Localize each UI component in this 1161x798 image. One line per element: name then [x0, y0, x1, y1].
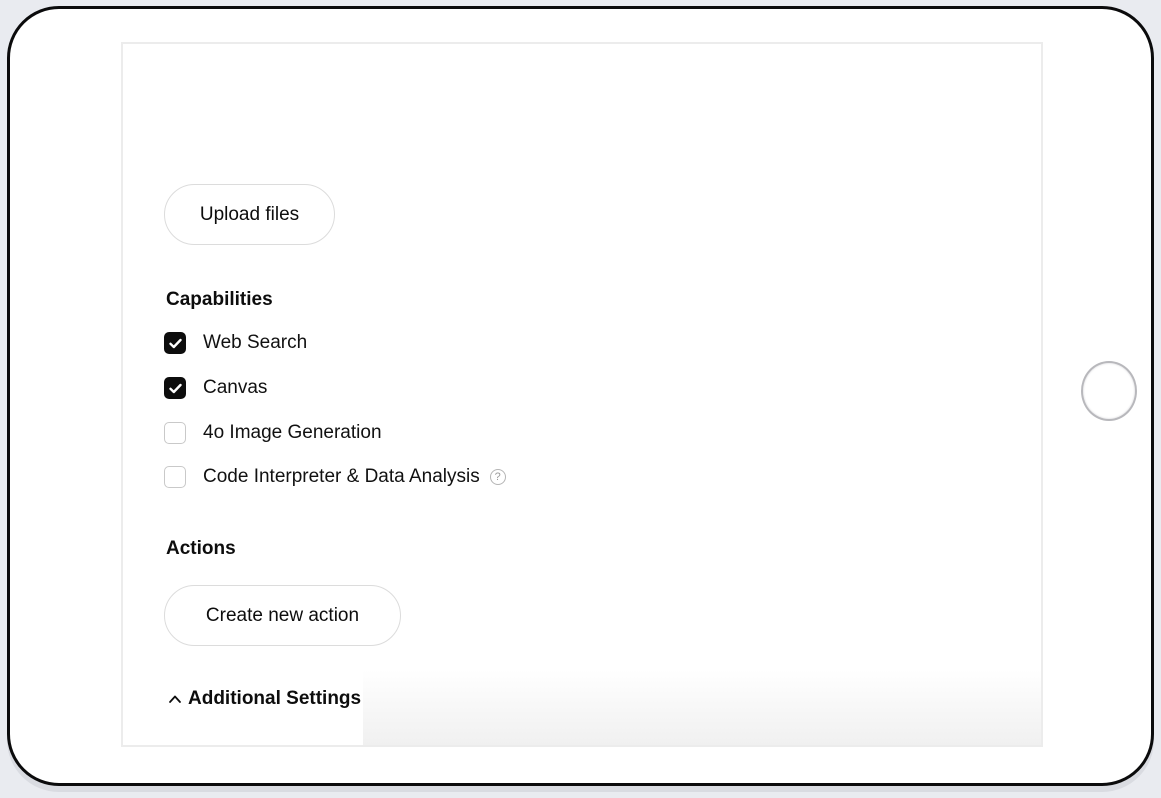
actions-heading: Actions: [166, 538, 236, 559]
scroll-fade-overlay: [363, 670, 1041, 745]
capability-image-generation[interactable]: 4o Image Generation: [164, 420, 382, 446]
capabilities-heading: Capabilities: [166, 289, 273, 310]
home-button[interactable]: [1081, 361, 1137, 421]
code-interpreter-label: Code Interpreter & Data Analysis: [203, 466, 480, 487]
create-new-action-button[interactable]: Create new action: [164, 585, 401, 646]
question-circle-icon[interactable]: ?: [489, 469, 506, 485]
capability-canvas[interactable]: Canvas: [164, 375, 267, 401]
web-search-label: Web Search: [203, 332, 308, 353]
additional-settings-label: Additional Settings: [188, 688, 362, 709]
chevron-up-icon: [169, 695, 181, 703]
checkmark-icon: [168, 383, 182, 393]
canvas-label: Canvas: [203, 377, 268, 398]
web-search-checkbox[interactable]: [164, 332, 186, 354]
upload-files-button[interactable]: Upload files: [164, 184, 335, 245]
canvas-checkbox[interactable]: [164, 377, 186, 399]
capability-web-search[interactable]: Web Search: [164, 330, 307, 356]
image-generation-label: 4o Image Generation: [203, 422, 382, 443]
capability-code-interpreter[interactable]: Code Interpreter & Data Analysis ?: [164, 464, 506, 490]
checkmark-icon: [168, 338, 182, 348]
image-generation-checkbox[interactable]: [164, 422, 186, 444]
code-interpreter-checkbox[interactable]: [164, 466, 186, 488]
additional-settings-toggle[interactable]: Additional Settings: [168, 688, 361, 710]
gpt-configure-panel: Upload files Capabilities Web Search Can…: [121, 42, 1043, 747]
